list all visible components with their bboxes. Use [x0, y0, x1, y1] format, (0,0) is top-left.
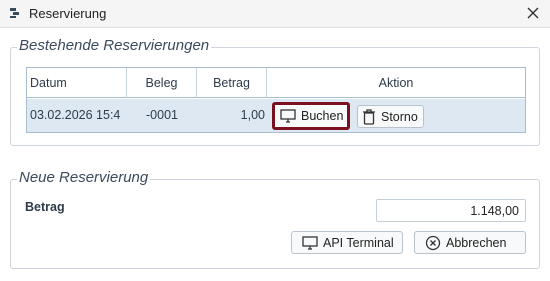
column-header-betrag[interactable]: Betrag: [197, 68, 267, 98]
column-header-datum[interactable]: Datum: [27, 68, 127, 98]
reservations-table: Datum Beleg Betrag Aktion 03.02.2026 15:…: [26, 67, 526, 133]
table-row[interactable]: 03.02.2026 15:4 -0001 1,00 Buchen Storno: [27, 99, 525, 132]
cell-datum: 03.02.2026 15:4: [30, 108, 121, 122]
close-icon[interactable]: [524, 4, 542, 22]
existing-reservations-group: Bestehende Reservierungen Datum Beleg Be…: [10, 37, 540, 146]
table-header: Datum Beleg Betrag Aktion: [27, 68, 525, 98]
abbrechen-button[interactable]: Abbrechen: [414, 231, 526, 254]
trash-icon: [363, 108, 375, 125]
buchen-button[interactable]: Buchen: [272, 102, 350, 130]
monitor-icon: [302, 235, 318, 250]
column-header-aktion[interactable]: Aktion: [267, 68, 525, 98]
betrag-input[interactable]: [376, 199, 526, 222]
column-header-beleg[interactable]: Beleg: [127, 68, 197, 98]
app-icon: [10, 8, 19, 18]
betrag-label: Betrag: [25, 200, 65, 214]
api-terminal-button[interactable]: API Terminal: [291, 231, 403, 254]
buchen-label: Buchen: [301, 109, 344, 123]
cell-betrag: 1,00: [240, 108, 265, 122]
new-reservation-legend: Neue Reservierung: [17, 169, 151, 186]
existing-reservations-legend: Bestehende Reservierungen: [17, 37, 212, 54]
monitor-icon: [280, 109, 296, 123]
storno-label: Storno: [381, 109, 418, 124]
cancel-circle-icon: [425, 235, 441, 250]
api-terminal-label: API Terminal: [323, 235, 394, 250]
cell-beleg: -0001: [146, 108, 178, 122]
abbrechen-label: Abbrechen: [446, 235, 507, 250]
title-bar: Reservierung: [0, 0, 550, 28]
storno-button[interactable]: Storno: [357, 105, 424, 128]
new-reservation-group: Neue Reservierung Betrag API Terminal Ab…: [10, 169, 540, 269]
window-title: Reservierung: [29, 6, 107, 21]
